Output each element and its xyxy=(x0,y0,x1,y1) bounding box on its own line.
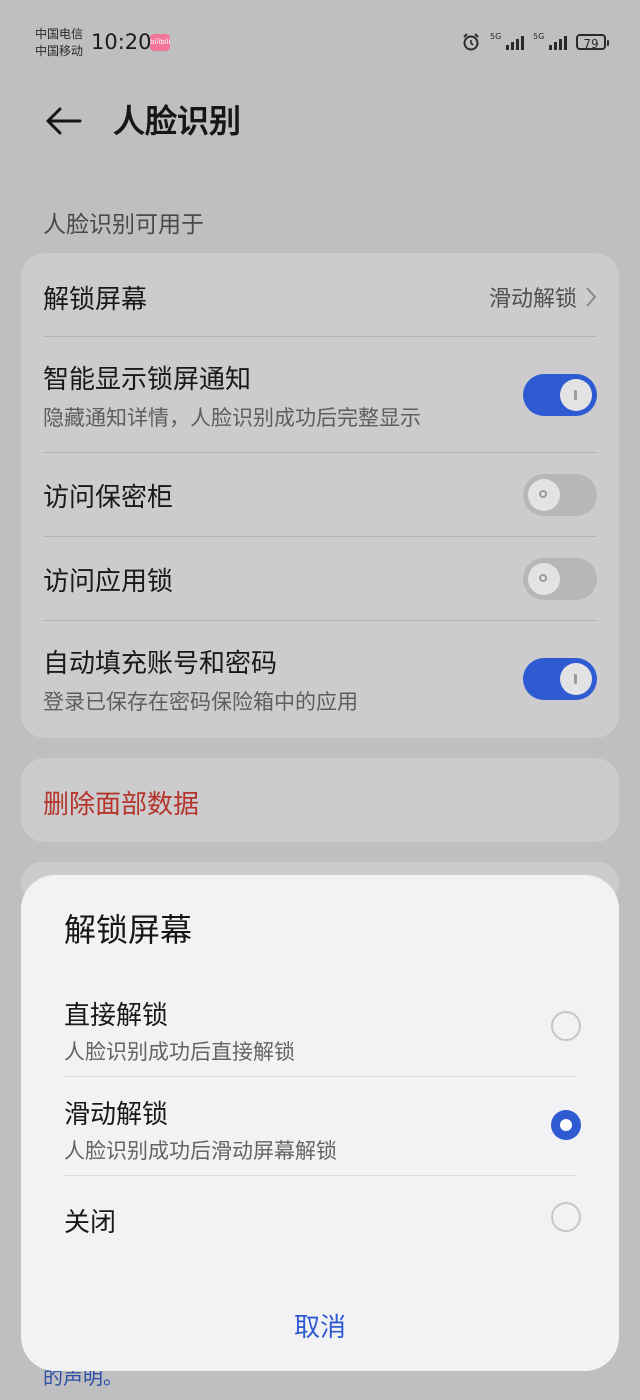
signal-icon-2: 5G xyxy=(533,32,567,50)
carrier-2: 中国移动 xyxy=(35,44,84,58)
app-lock-label: 访问应用锁 xyxy=(43,567,174,597)
clock: 10:20 xyxy=(91,30,152,54)
divider xyxy=(64,1175,576,1176)
app-lock-row: 访问应用锁 xyxy=(43,561,597,598)
autofill-label: 自动填充账号和密码 xyxy=(43,649,278,679)
option-label: 直接解锁 xyxy=(64,1001,169,1031)
divider xyxy=(43,452,597,453)
option-off[interactable]: 关闭 xyxy=(64,1202,581,1239)
safe-label: 访问保密柜 xyxy=(43,483,174,513)
option-swipe-unlock[interactable]: 滑动解锁 人脸识别成功后滑动屏幕解锁 xyxy=(64,1094,581,1165)
radio-direct-unlock[interactable] xyxy=(551,1011,581,1041)
unlock-screen-value-text: 滑动解锁 xyxy=(488,287,577,312)
app-bar: 人脸识别 xyxy=(0,86,640,156)
settings-card: 解锁屏幕 滑动解锁 智能显示锁屏通知 隐藏通知详情，人脸识别成功后完整显示 访问… xyxy=(21,253,619,738)
back-arrow-icon[interactable] xyxy=(44,106,84,136)
alarm-icon xyxy=(463,33,479,51)
autofill-toggle[interactable] xyxy=(523,658,597,700)
chevron-right-icon xyxy=(586,287,597,307)
divider xyxy=(64,1076,576,1077)
option-desc: 人脸识别成功后直接解锁 xyxy=(64,1040,295,1064)
battery-icon: 79 xyxy=(576,34,609,51)
divider xyxy=(43,620,597,621)
delete-face-data-button[interactable]: 删除面部数据 xyxy=(43,784,199,821)
unlock-mode-sheet: 解锁屏幕 直接解锁 人脸识别成功后直接解锁 滑动解锁 人脸识别成功后滑动屏幕解锁… xyxy=(21,875,619,1371)
option-label: 关闭 xyxy=(64,1208,117,1238)
option-desc: 人脸识别成功后滑动屏幕解锁 xyxy=(64,1139,337,1163)
signal-icon-1: 5G xyxy=(490,32,524,50)
radio-off[interactable] xyxy=(551,1202,581,1232)
status-icons: 5G 5G 79 xyxy=(461,32,609,52)
divider xyxy=(43,336,597,337)
autofill-desc: 登录已保存在密码保险箱中的应用 xyxy=(43,690,358,714)
smart-notify-desc: 隐藏通知详情，人脸识别成功后完整显示 xyxy=(43,406,421,430)
page-title: 人脸识别 xyxy=(113,102,242,140)
carrier-info: 中国电信 中国移动 xyxy=(35,26,83,60)
carrier-1: 中国电信 xyxy=(35,27,84,41)
app-lock-toggle[interactable] xyxy=(523,558,597,600)
option-direct-unlock[interactable]: 直接解锁 人脸识别成功后直接解锁 xyxy=(64,995,581,1066)
divider xyxy=(43,536,597,537)
sheet-title: 解锁屏幕 xyxy=(64,911,193,949)
unlock-screen-value[interactable]: 滑动解锁 xyxy=(489,281,597,313)
status-bar: 中国电信 中国移动 10:20 bilibili 5G 5G 79 xyxy=(0,0,640,86)
cancel-button[interactable]: 取消 xyxy=(21,1307,619,1344)
delete-card[interactable]: 删除面部数据 xyxy=(21,758,619,842)
smart-notify-label: 智能显示锁屏通知 xyxy=(43,365,252,395)
smart-notify-row: 智能显示锁屏通知 隐藏通知详情，人脸识别成功后完整显示 xyxy=(43,359,597,432)
safe-toggle[interactable] xyxy=(523,474,597,516)
section-label: 人脸识别可用于 xyxy=(43,212,204,238)
autofill-row: 自动填充账号和密码 登录已保存在密码保险箱中的应用 xyxy=(43,643,597,716)
radio-swipe-unlock[interactable] xyxy=(551,1110,581,1140)
option-label: 滑动解锁 xyxy=(64,1100,169,1130)
bilibili-icon: bilibili xyxy=(150,34,171,51)
safe-row: 访问保密柜 xyxy=(43,477,597,514)
smart-notify-toggle[interactable] xyxy=(523,374,597,416)
